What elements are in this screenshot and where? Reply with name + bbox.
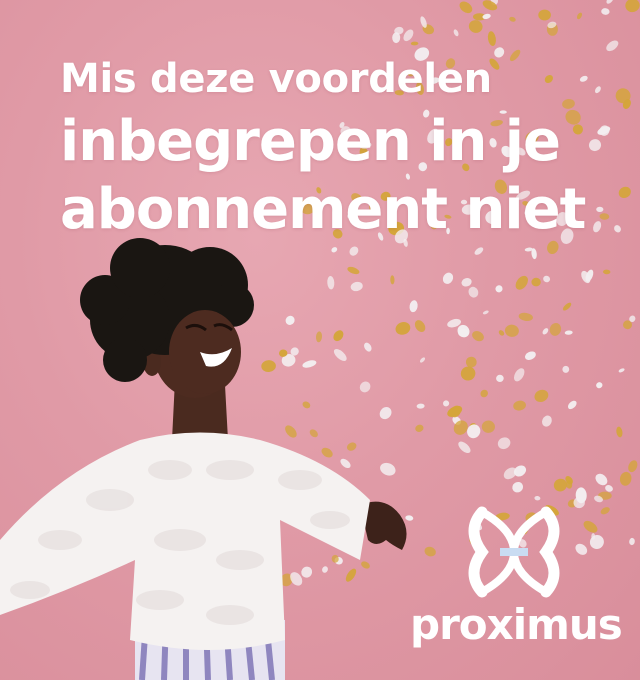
confetti-piece — [415, 424, 424, 432]
confetti-piece — [603, 269, 611, 275]
confetti-piece — [458, 328, 469, 337]
confetti-piece — [309, 429, 318, 438]
confetti-piece — [361, 561, 370, 569]
confetti-piece — [461, 278, 472, 287]
confetti-piece — [315, 331, 323, 343]
confetti-piece — [498, 330, 505, 336]
confetti-piece — [459, 1, 473, 14]
confetti-piece — [549, 322, 562, 336]
confetti-piece — [345, 568, 357, 582]
confetti-piece — [513, 368, 525, 382]
confetti-piece — [379, 407, 392, 420]
confetti-piece — [629, 537, 635, 546]
confetti-piece — [542, 415, 552, 427]
confetti-piece — [380, 462, 396, 476]
confetti-piece — [460, 366, 476, 381]
confetti-piece — [321, 447, 333, 458]
confetti-piece — [409, 300, 418, 313]
confetti-piece — [513, 400, 526, 411]
confetti-piece — [616, 426, 623, 438]
confetti-piece — [628, 460, 638, 473]
confetti-piece — [625, 0, 640, 13]
confetti-piece — [468, 20, 483, 33]
confetti-piece — [302, 360, 317, 368]
confetti-piece — [534, 389, 549, 403]
confetti-piece — [285, 315, 295, 325]
headline-line-1: Mis deze voordelen — [60, 56, 492, 102]
headline-line-3: abonnement niet — [60, 177, 586, 242]
confetti-piece — [562, 365, 570, 373]
confetti-piece — [518, 312, 533, 322]
confetti-piece — [482, 310, 489, 315]
confetti-piece — [619, 471, 632, 486]
headline-line-2: inbegrepen in je — [60, 109, 561, 174]
confetti-piece — [261, 360, 276, 373]
confetti-piece — [285, 425, 297, 438]
confetti-piece — [497, 437, 511, 450]
confetti-piece — [562, 302, 572, 311]
confetti-piece — [350, 281, 363, 292]
confetti-piece — [302, 401, 311, 409]
confetti-piece — [524, 351, 536, 360]
confetti-piece — [474, 247, 484, 255]
confetti-piece — [595, 473, 608, 486]
confetti-piece — [509, 16, 516, 22]
confetti-piece — [340, 458, 351, 469]
confetti-piece — [542, 328, 549, 335]
proximus-banner-ad[interactable]: Mis deze voordelen inbegrepen in je abon… — [0, 0, 640, 680]
confetti-piece — [419, 357, 426, 363]
confetti-piece — [364, 342, 372, 352]
confetti-piece — [346, 442, 357, 451]
woman-figure — [0, 238, 407, 680]
confetti-piece — [487, 31, 496, 46]
proximus-logo[interactable]: proximus — [410, 496, 623, 666]
confetti-piece — [515, 275, 528, 290]
confetti-piece — [395, 322, 411, 335]
confetti-piece — [390, 275, 395, 285]
confetti-piece — [512, 481, 524, 493]
confetti-piece — [442, 272, 454, 284]
confetti-piece — [347, 266, 360, 275]
confetti-piece — [333, 349, 347, 361]
confetti-piece — [359, 381, 371, 393]
confetti-piece — [333, 330, 344, 342]
confetti-piece — [443, 400, 450, 407]
confetti-piece — [567, 400, 577, 410]
confetti-piece — [331, 247, 338, 253]
confetti-piece — [322, 566, 328, 573]
confetti-piece — [538, 9, 551, 21]
confetti-piece — [596, 382, 603, 389]
confetti-piece — [416, 403, 425, 409]
confetti-piece — [605, 485, 613, 492]
confetti-piece — [531, 277, 541, 287]
confetti-piece — [327, 276, 335, 290]
confetti-piece — [606, 0, 614, 4]
confetti-piece — [472, 331, 484, 342]
confetti-piece — [564, 330, 573, 335]
proximus-logo-icon — [468, 506, 560, 598]
confetti-piece — [458, 441, 471, 454]
confetti-piece — [495, 285, 503, 293]
confetti-piece — [349, 246, 359, 256]
confetti-piece — [606, 40, 619, 52]
confetti-piece — [496, 374, 504, 383]
confetti-piece — [618, 368, 625, 373]
confetti-piece — [576, 12, 583, 20]
confetti-piece — [543, 275, 551, 283]
brand-name: proximus — [410, 600, 623, 649]
headline: Mis deze voordelen inbegrepen in je abon… — [60, 52, 620, 244]
confetti-piece — [414, 320, 426, 333]
confetti-piece — [468, 286, 479, 298]
confetti-piece — [301, 566, 313, 578]
confetti-piece — [480, 389, 488, 398]
confetti-piece — [601, 8, 610, 15]
confetti-piece — [481, 420, 495, 433]
confetti-piece — [410, 41, 419, 46]
confetti-piece — [504, 324, 519, 337]
confetti-piece — [453, 29, 459, 37]
